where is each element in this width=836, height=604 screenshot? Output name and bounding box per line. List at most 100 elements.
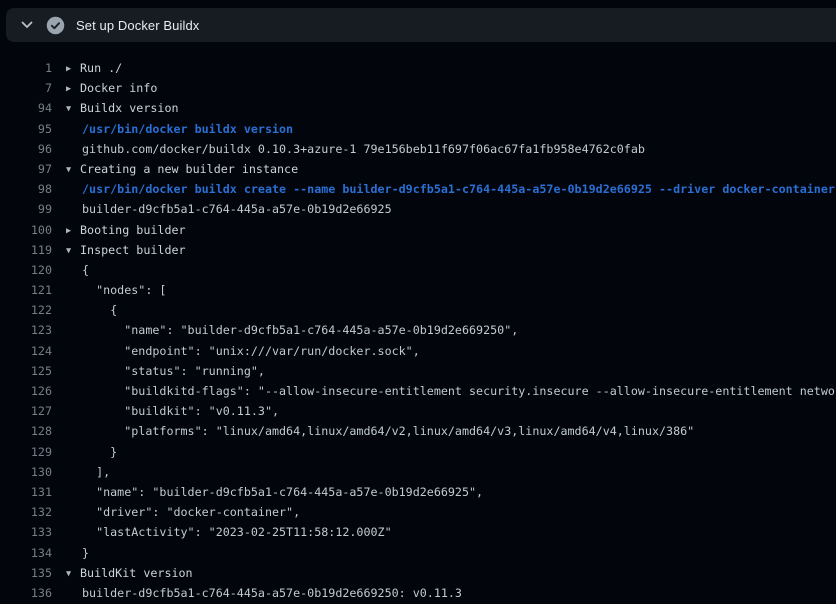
log-line: 127 "buildkit": "v0.11.3", <box>0 401 836 421</box>
group-title[interactable]: Inspect builder <box>80 243 186 257</box>
group-title[interactable]: Creating a new builder instance <box>80 162 298 176</box>
log-text-line: ], <box>66 462 110 482</box>
line-number-link[interactable]: 1 <box>0 58 52 78</box>
output-text: github.com/docker/buildx 0.10.3+azure-1 … <box>82 142 645 156</box>
log-text-line: } <box>66 442 117 462</box>
line-number-link[interactable]: 124 <box>0 341 52 361</box>
log-text-line: { <box>66 260 89 280</box>
line-number-link[interactable]: 127 <box>0 401 52 421</box>
log-line: 132 "driver": "docker-container", <box>0 502 836 522</box>
line-number-link[interactable]: 134 <box>0 543 52 563</box>
check-circle-icon <box>46 16 65 35</box>
line-number-link[interactable]: 133 <box>0 522 52 542</box>
line-number-link[interactable]: 131 <box>0 482 52 502</box>
group-expanded-icon[interactable]: ▼ <box>66 99 80 119</box>
output-text: "buildkit": "v0.11.3", <box>82 404 279 418</box>
group-collapsed-icon[interactable]: ▶ <box>66 221 80 241</box>
output-text: "name": "builder-d9cfb5a1-c764-445a-a57e… <box>82 323 518 337</box>
log-text-line: "name": "builder-d9cfb5a1-c764-445a-a57e… <box>66 482 483 502</box>
log-text-line: } <box>66 543 89 563</box>
output-text: "name": "builder-d9cfb5a1-c764-445a-a57e… <box>82 485 483 499</box>
line-number-link[interactable]: 121 <box>0 280 52 300</box>
line-number-link[interactable]: 129 <box>0 442 52 462</box>
group-title[interactable]: Booting builder <box>80 223 186 237</box>
output-text: { <box>82 303 117 317</box>
line-number-link[interactable]: 7 <box>0 78 52 98</box>
log-group-header[interactable]: ▼Creating a new builder instance <box>66 159 298 179</box>
log-text-line: "lastActivity": "2023-02-25T11:58:12.000… <box>66 522 392 542</box>
log-line: 131 "name": "builder-d9cfb5a1-c764-445a-… <box>0 482 836 502</box>
group-expanded-icon[interactable]: ▼ <box>66 160 80 180</box>
group-collapsed-icon[interactable]: ▶ <box>66 79 80 99</box>
line-number-link[interactable]: 132 <box>0 502 52 522</box>
log-text-line: "nodes": [ <box>66 280 166 300</box>
log-group-header[interactable]: ▼Buildx version <box>66 98 179 118</box>
line-number-link[interactable]: 128 <box>0 421 52 441</box>
line-number-link[interactable]: 97 <box>0 159 52 179</box>
log-line: 100 ▶Booting builder <box>0 220 836 240</box>
output-text: "buildkitd-flags": "--allow-insecure-ent… <box>82 384 836 398</box>
line-number-link[interactable]: 120 <box>0 260 52 280</box>
log-viewer: 1▶Run ./7▶Docker info94▼Buildx version95… <box>0 42 836 604</box>
line-number-link[interactable]: 125 <box>0 361 52 381</box>
line-number-link[interactable]: 122 <box>0 300 52 320</box>
log-line: 128 "platforms": "linux/amd64,linux/amd6… <box>0 421 836 441</box>
log-line: 120 { <box>0 260 836 280</box>
chevron-down-icon[interactable] <box>19 17 35 33</box>
group-title[interactable]: Run ./ <box>80 61 122 75</box>
log-text-line: builder-d9cfb5a1-c764-445a-a57e-0b19d2e6… <box>66 583 462 603</box>
log-line: 124 "endpoint": "unix:///var/run/docker.… <box>0 341 836 361</box>
output-text: builder-d9cfb5a1-c764-445a-a57e-0b19d2e6… <box>82 586 462 600</box>
line-number-link[interactable]: 126 <box>0 381 52 401</box>
group-expanded-icon[interactable]: ▼ <box>66 564 80 584</box>
log-line: 135 ▼BuildKit version <box>0 563 836 583</box>
log-line: 130 ], <box>0 462 836 482</box>
output-text: "endpoint": "unix:///var/run/docker.sock… <box>82 344 420 358</box>
command-text: /usr/bin/docker buildx create --name bui… <box>82 182 835 196</box>
log-group-header[interactable]: ▼BuildKit version <box>66 563 193 583</box>
line-number-link[interactable]: 136 <box>0 583 52 603</box>
log-line: 125 "status": "running", <box>0 361 836 381</box>
log-group-header[interactable]: ▶Docker info <box>66 78 157 98</box>
line-number-link[interactable]: 119 <box>0 240 52 260</box>
log-text-line: "buildkit": "v0.11.3", <box>66 401 279 421</box>
line-number-link[interactable]: 99 <box>0 199 52 219</box>
group-title[interactable]: BuildKit version <box>80 566 193 580</box>
output-text: } <box>82 546 89 560</box>
line-number-link[interactable]: 135 <box>0 563 52 583</box>
log-text-line: /usr/bin/docker buildx create --name bui… <box>66 179 835 199</box>
log-line: 134} <box>0 543 836 563</box>
output-text: "nodes": [ <box>82 283 166 297</box>
log-group-header[interactable]: ▶Run ./ <box>66 58 122 78</box>
step-header[interactable]: Set up Docker Buildx <box>6 8 836 42</box>
line-number-link[interactable]: 123 <box>0 320 52 340</box>
group-collapsed-icon[interactable]: ▶ <box>66 59 80 79</box>
group-title[interactable]: Docker info <box>80 81 157 95</box>
log-text-line: "name": "builder-d9cfb5a1-c764-445a-a57e… <box>66 320 518 340</box>
log-line: 7 ▶Docker info <box>0 78 836 98</box>
command-text: /usr/bin/docker buildx version <box>82 122 293 136</box>
line-number-link[interactable]: 95 <box>0 119 52 139</box>
output-text: "driver": "docker-container", <box>82 505 300 519</box>
line-number-link[interactable]: 130 <box>0 462 52 482</box>
log-line: 1 ▶Run ./ <box>0 58 836 78</box>
log-text-line: builder-d9cfb5a1-c764-445a-a57e-0b19d2e6… <box>66 199 392 219</box>
group-title[interactable]: Buildx version <box>80 101 179 115</box>
log-line: 94 ▼Buildx version <box>0 98 836 118</box>
group-expanded-icon[interactable]: ▼ <box>66 241 80 261</box>
output-text: { <box>82 263 89 277</box>
log-line: 129 } <box>0 442 836 462</box>
log-line: 122 { <box>0 300 836 320</box>
log-line: 119 ▼Inspect builder <box>0 240 836 260</box>
line-number-link[interactable]: 94 <box>0 98 52 118</box>
output-text: builder-d9cfb5a1-c764-445a-a57e-0b19d2e6… <box>82 202 392 216</box>
output-text: } <box>82 445 117 459</box>
log-text-line: github.com/docker/buildx 0.10.3+azure-1 … <box>66 139 645 159</box>
log-group-header[interactable]: ▼Inspect builder <box>66 240 186 260</box>
output-text: "status": "running", <box>82 364 265 378</box>
log-group-header[interactable]: ▶Booting builder <box>66 220 186 240</box>
line-number-link[interactable]: 100 <box>0 220 52 240</box>
line-number-link[interactable]: 96 <box>0 139 52 159</box>
line-number-link[interactable]: 98 <box>0 179 52 199</box>
log-line: 99 builder-d9cfb5a1-c764-445a-a57e-0b19d2… <box>0 199 836 219</box>
